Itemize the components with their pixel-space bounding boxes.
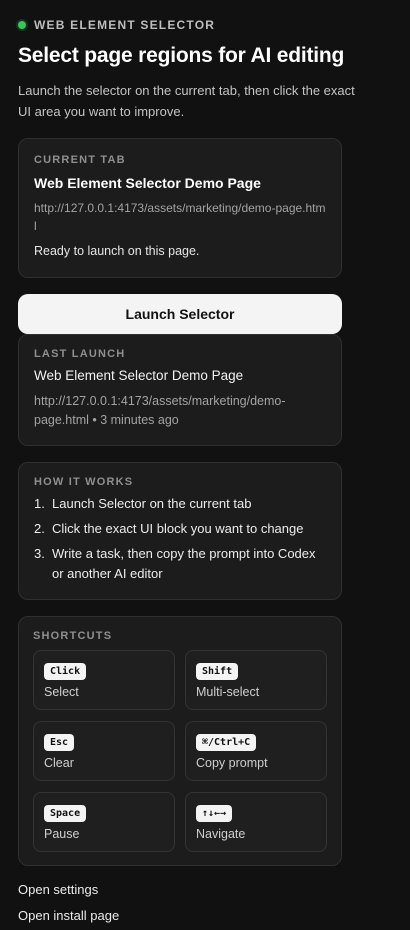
shortcut-key: ⌘/Ctrl+C bbox=[196, 734, 257, 751]
last-launch-card: LAST LAUNCH Web Element Selector Demo Pa… bbox=[18, 334, 342, 446]
current-tab-url: http://127.0.0.1:4173/assets/marketing/d… bbox=[34, 201, 326, 233]
status-dot-icon bbox=[18, 21, 26, 29]
open-settings-link[interactable]: Open settings bbox=[18, 882, 98, 897]
step-item: 2. Click the exact UI block you want to … bbox=[34, 519, 326, 539]
page-subtitle: Launch the selector on the current tab, … bbox=[18, 83, 355, 119]
shortcut-action: Select bbox=[44, 685, 79, 699]
shortcut-action: Multi-select bbox=[196, 685, 260, 699]
open-install-page-link[interactable]: Open install page bbox=[18, 908, 119, 923]
shortcut-key: ↑↓←→ bbox=[196, 805, 233, 822]
shortcut-pause: Space Pause bbox=[33, 792, 175, 852]
shortcut-action: Pause bbox=[44, 827, 80, 841]
step-number: 2. bbox=[34, 521, 45, 536]
last-launch-page-name: Web Element Selector Demo Page bbox=[34, 368, 244, 383]
shortcuts-label: SHORTCUTS bbox=[33, 630, 113, 642]
shortcut-key: Shift bbox=[196, 663, 239, 680]
step-item: 1. Launch Selector on the current tab bbox=[34, 494, 326, 514]
shortcut-clear: Esc Clear bbox=[33, 721, 175, 781]
how-it-works-card: HOW IT WORKS 1. Launch Selector on the c… bbox=[18, 462, 342, 600]
launch-selector-button[interactable]: Launch Selector bbox=[18, 294, 342, 334]
last-launch-meta: http://127.0.0.1:4173/assets/marketing/d… bbox=[34, 394, 286, 427]
step-text: Launch Selector on the current tab bbox=[52, 496, 252, 511]
shortcuts-grid: Click Select Shift Multi-select Esc Clea… bbox=[33, 650, 327, 852]
shortcut-action: Navigate bbox=[196, 827, 246, 841]
shortcut-navigate: ↑↓←→ Navigate bbox=[185, 792, 327, 852]
step-number: 3. bbox=[34, 546, 45, 561]
shortcut-multi-select: Shift Multi-select bbox=[185, 650, 327, 710]
step-text: Write a task, then copy the prompt into … bbox=[52, 546, 316, 581]
shortcut-action: Copy prompt bbox=[196, 756, 268, 770]
header: WEB ELEMENT SELECTOR bbox=[18, 18, 215, 32]
shortcut-key: Space bbox=[44, 805, 87, 822]
last-launch-label: LAST LAUNCH bbox=[34, 348, 126, 360]
page-title: Select page regions for AI editing bbox=[18, 44, 345, 67]
shortcut-copy-prompt: ⌘/Ctrl+C Copy prompt bbox=[185, 721, 327, 781]
shortcut-key: Click bbox=[44, 663, 87, 680]
current-tab-card: CURRENT TAB Web Element Selector Demo Pa… bbox=[18, 138, 342, 278]
shortcut-action: Clear bbox=[44, 756, 74, 770]
steps-list: 1. Launch Selector on the current tab 2.… bbox=[34, 494, 326, 584]
step-item: 3. Write a task, then copy the prompt in… bbox=[34, 544, 326, 584]
current-tab-label: CURRENT TAB bbox=[34, 154, 126, 166]
shortcut-key: Esc bbox=[44, 734, 75, 751]
how-it-works-label: HOW IT WORKS bbox=[34, 476, 134, 488]
current-tab-status: Ready to launch on this page. bbox=[34, 244, 200, 258]
step-text: Click the exact UI block you want to cha… bbox=[52, 521, 304, 536]
step-number: 1. bbox=[34, 496, 45, 511]
current-tab-page-name: Web Element Selector Demo Page bbox=[34, 175, 261, 191]
shortcut-select: Click Select bbox=[33, 650, 175, 710]
shortcuts-card: SHORTCUTS Click Select Shift Multi-selec… bbox=[18, 616, 342, 866]
app-eyebrow: WEB ELEMENT SELECTOR bbox=[34, 18, 216, 32]
